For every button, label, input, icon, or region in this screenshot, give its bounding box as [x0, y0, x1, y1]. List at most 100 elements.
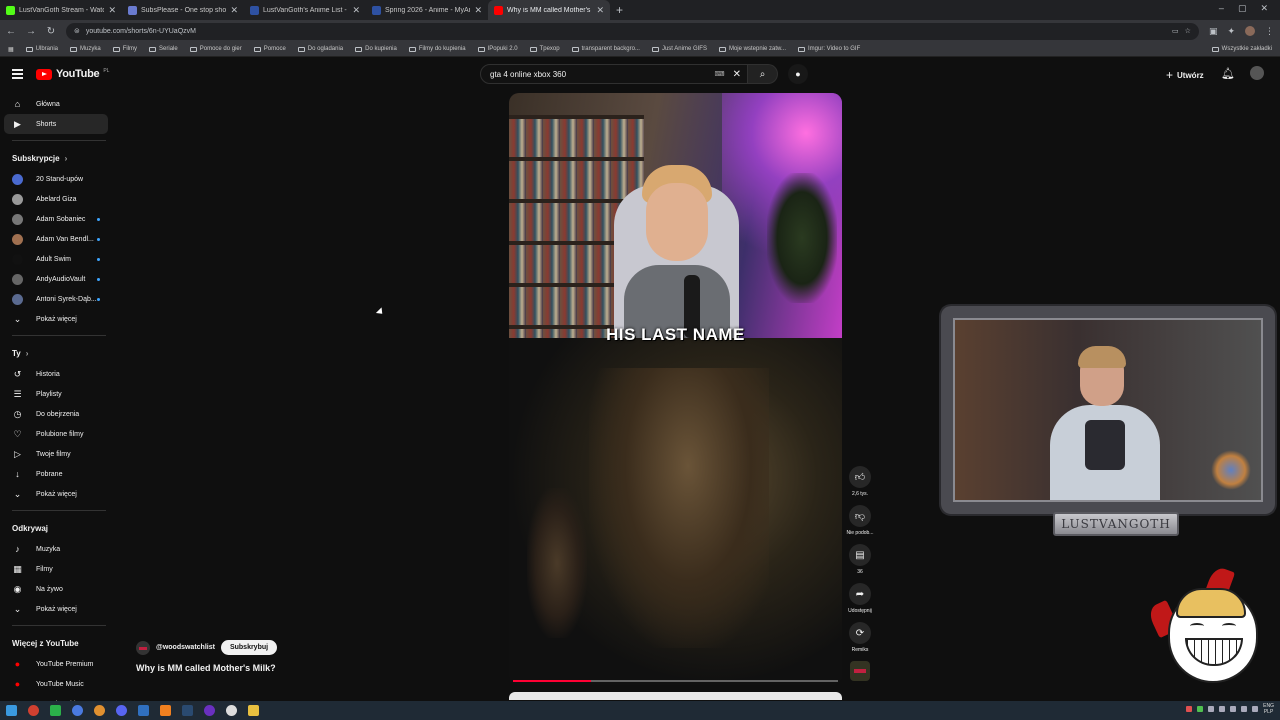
comments-button[interactable]: ▤	[849, 544, 871, 566]
youtube-logo[interactable]: YouTube PL	[36, 68, 109, 80]
voice-search-button[interactable]: ●	[788, 64, 808, 84]
clear-search-icon[interactable]: ✕	[733, 69, 741, 80]
language-indicator[interactable]: ENG PLP	[1263, 703, 1274, 715]
sidebar-item[interactable]: ↺ Historia	[0, 364, 118, 384]
sidebar-item[interactable]: Adam Van Bendl...	[0, 229, 118, 249]
tray-icon[interactable]	[1186, 706, 1193, 712]
vlc-icon[interactable]	[160, 705, 171, 716]
tray-icon[interactable]	[1208, 706, 1215, 712]
sidebar-item[interactable]: ▦ Filmy	[0, 559, 118, 579]
show-more-button[interactable]: ⌄ Pokaż więcej	[0, 309, 118, 329]
bookmark-star-icon[interactable]: ☆	[1185, 27, 1191, 35]
shorts-player[interactable]: HIS LAST NAME	[509, 93, 842, 685]
video-progress-bar[interactable]	[513, 680, 838, 682]
bookmark-item[interactable]: transparent backgro...	[571, 46, 640, 52]
sidebar-section-heading[interactable]: Odkrywaj	[0, 517, 118, 539]
sidebar-item[interactable]: AndyAudioVault	[0, 269, 118, 289]
sidebar-item[interactable]: Abelard Giza	[0, 189, 118, 209]
show-more-button[interactable]: ⌄ Pokaż więcej	[0, 484, 118, 504]
back-icon[interactable]: ←	[6, 26, 16, 37]
reload-icon[interactable]: ↻	[46, 26, 56, 37]
tab-close-icon[interactable]: ✕	[352, 5, 360, 16]
tray-icon[interactable]	[1197, 706, 1204, 712]
browser-tab[interactable]: Spring 2026 - Anime - MyAnim ✕	[366, 0, 488, 20]
bookmark-item[interactable]: Pomoce	[253, 46, 286, 52]
app-orange-icon[interactable]	[94, 705, 105, 716]
sidebar-item[interactable]: ◷ Do obejrzenia	[0, 404, 118, 424]
app-calendar-icon[interactable]	[138, 705, 149, 716]
bookmark-item[interactable]: Do kupienia	[355, 46, 397, 52]
tray-icon[interactable]	[1219, 706, 1226, 712]
bookmark-item[interactable]: Moje wstepnie zatw...	[718, 46, 786, 52]
browser-tab[interactable]: LustVanGoth Stream - Watch Li✕	[0, 0, 122, 20]
tray-icon[interactable]	[1241, 706, 1248, 712]
sidebar-section-heading[interactable]: Subskrypcje ›	[0, 147, 118, 169]
bookmark-item[interactable]: IPopuki 2.0	[477, 46, 518, 52]
search-button[interactable]: ⌕	[748, 64, 778, 84]
site-info-icon[interactable]: ⊜	[74, 27, 80, 35]
bookmark-item[interactable]: Pomoce do gier	[189, 46, 242, 52]
new-tab-button[interactable]: +	[616, 3, 623, 17]
hamburger-menu-icon[interactable]	[12, 69, 23, 81]
chrome-icon[interactable]	[28, 705, 39, 716]
forward-icon[interactable]: →	[26, 26, 36, 37]
bookmark-item[interactable]: Filmy	[112, 46, 137, 52]
browser-tab[interactable]: SubsPlease - One stop shop fo✕	[122, 0, 244, 20]
sound-thumbnail[interactable]	[850, 661, 870, 681]
channel-avatar[interactable]	[136, 640, 150, 655]
windows-start-icon[interactable]	[6, 705, 17, 716]
sidebar-item[interactable]: Adam Sobaniec	[0, 209, 118, 229]
sidebar-item[interactable]: ⌂ Główna	[0, 94, 118, 114]
bookmark-item[interactable]: Imgur: Video to GIF	[798, 46, 860, 52]
keyboard-icon[interactable]: ⌨	[715, 70, 725, 78]
create-button[interactable]: + Utwórz	[1166, 68, 1204, 82]
bookmark-item[interactable]: Seriale	[149, 46, 178, 52]
puzzle-icon[interactable]: ✦	[1227, 26, 1235, 37]
dislike-button[interactable]: 👎︎	[849, 505, 871, 527]
maximize-icon[interactable]: ▢	[1238, 3, 1247, 14]
bookmark-item[interactable]: Tpexop	[529, 46, 560, 52]
sidebar-item[interactable]: ♪ Muzyka	[0, 539, 118, 559]
app-white-icon[interactable]	[226, 705, 237, 716]
tab-close-icon[interactable]: ✕	[596, 5, 604, 16]
extension-icon[interactable]: ▣	[1209, 26, 1218, 37]
sidebar-item[interactable]: Antoni Syrek-Dąb...	[0, 289, 118, 309]
share-button[interactable]: ➦	[849, 583, 871, 605]
tab-close-icon[interactable]: ✕	[108, 5, 116, 16]
browser-tab[interactable]: LustVanGoth's Anime List - My ✕	[244, 0, 366, 20]
volume-icon[interactable]	[1252, 706, 1259, 712]
tray-icon[interactable]	[1230, 706, 1237, 712]
sidebar-item[interactable]: ● YouTube Music	[0, 674, 118, 694]
next-short-peek[interactable]	[509, 692, 842, 700]
address-bar[interactable]: ⊜ youtube.com/shorts/6n-UYUaQzvM ▭ ☆	[66, 22, 1199, 40]
subscribe-button[interactable]: Subskrybuj	[220, 640, 278, 655]
account-avatar[interactable]	[1250, 66, 1264, 80]
menu-dots-icon[interactable]: ⋮	[1265, 26, 1274, 37]
sidebar-item[interactable]: ☰ Playlisty	[0, 384, 118, 404]
file-explorer-icon[interactable]	[248, 705, 259, 716]
show-more-button[interactable]: ⌄ Pokaż więcej	[0, 599, 118, 619]
app-blue-icon[interactable]	[72, 705, 83, 716]
sidebar-item[interactable]: ◉ Na żywo	[0, 579, 118, 599]
profile-icon[interactable]	[1245, 25, 1255, 36]
video-title[interactable]: Why is MM called Mother's Milk?	[136, 663, 276, 673]
tab-close-icon[interactable]: ✕	[474, 5, 482, 16]
sidebar-item[interactable]: ▶ Shorts	[4, 114, 108, 134]
browser-tab[interactable]: Why is MM called Mother's ✕	[488, 0, 610, 20]
sidebar-section-heading[interactable]: Ty ›	[0, 342, 118, 364]
notifications-bell-icon[interactable]: 🔔︎	[1221, 67, 1235, 80]
apps-icon[interactable]: ▦	[8, 46, 14, 53]
all-bookmarks[interactable]: Wszystkie zakładki	[1211, 46, 1272, 52]
sidebar-item[interactable]: ▷ Twoje filmy	[0, 444, 118, 464]
close-window-icon[interactable]: ✕	[1260, 3, 1268, 14]
sidebar-item[interactable]: ↓ Pobrane	[0, 464, 118, 484]
obs-icon[interactable]	[204, 705, 215, 716]
search-input[interactable]: gta 4 online xbox 360 ⌨ ✕	[480, 64, 748, 84]
sidebar-item[interactable]: ♡ Polubione filmy	[0, 424, 118, 444]
minimize-icon[interactable]: –	[1219, 3, 1224, 14]
steam-icon[interactable]	[182, 705, 193, 716]
remix-button[interactable]: ⟳	[849, 622, 871, 644]
bookmark-item[interactable]: Just Anime GIFS	[651, 46, 707, 52]
tab-close-icon[interactable]: ✕	[230, 5, 238, 16]
bookmark-item[interactable]: Ulbrania	[25, 46, 58, 52]
